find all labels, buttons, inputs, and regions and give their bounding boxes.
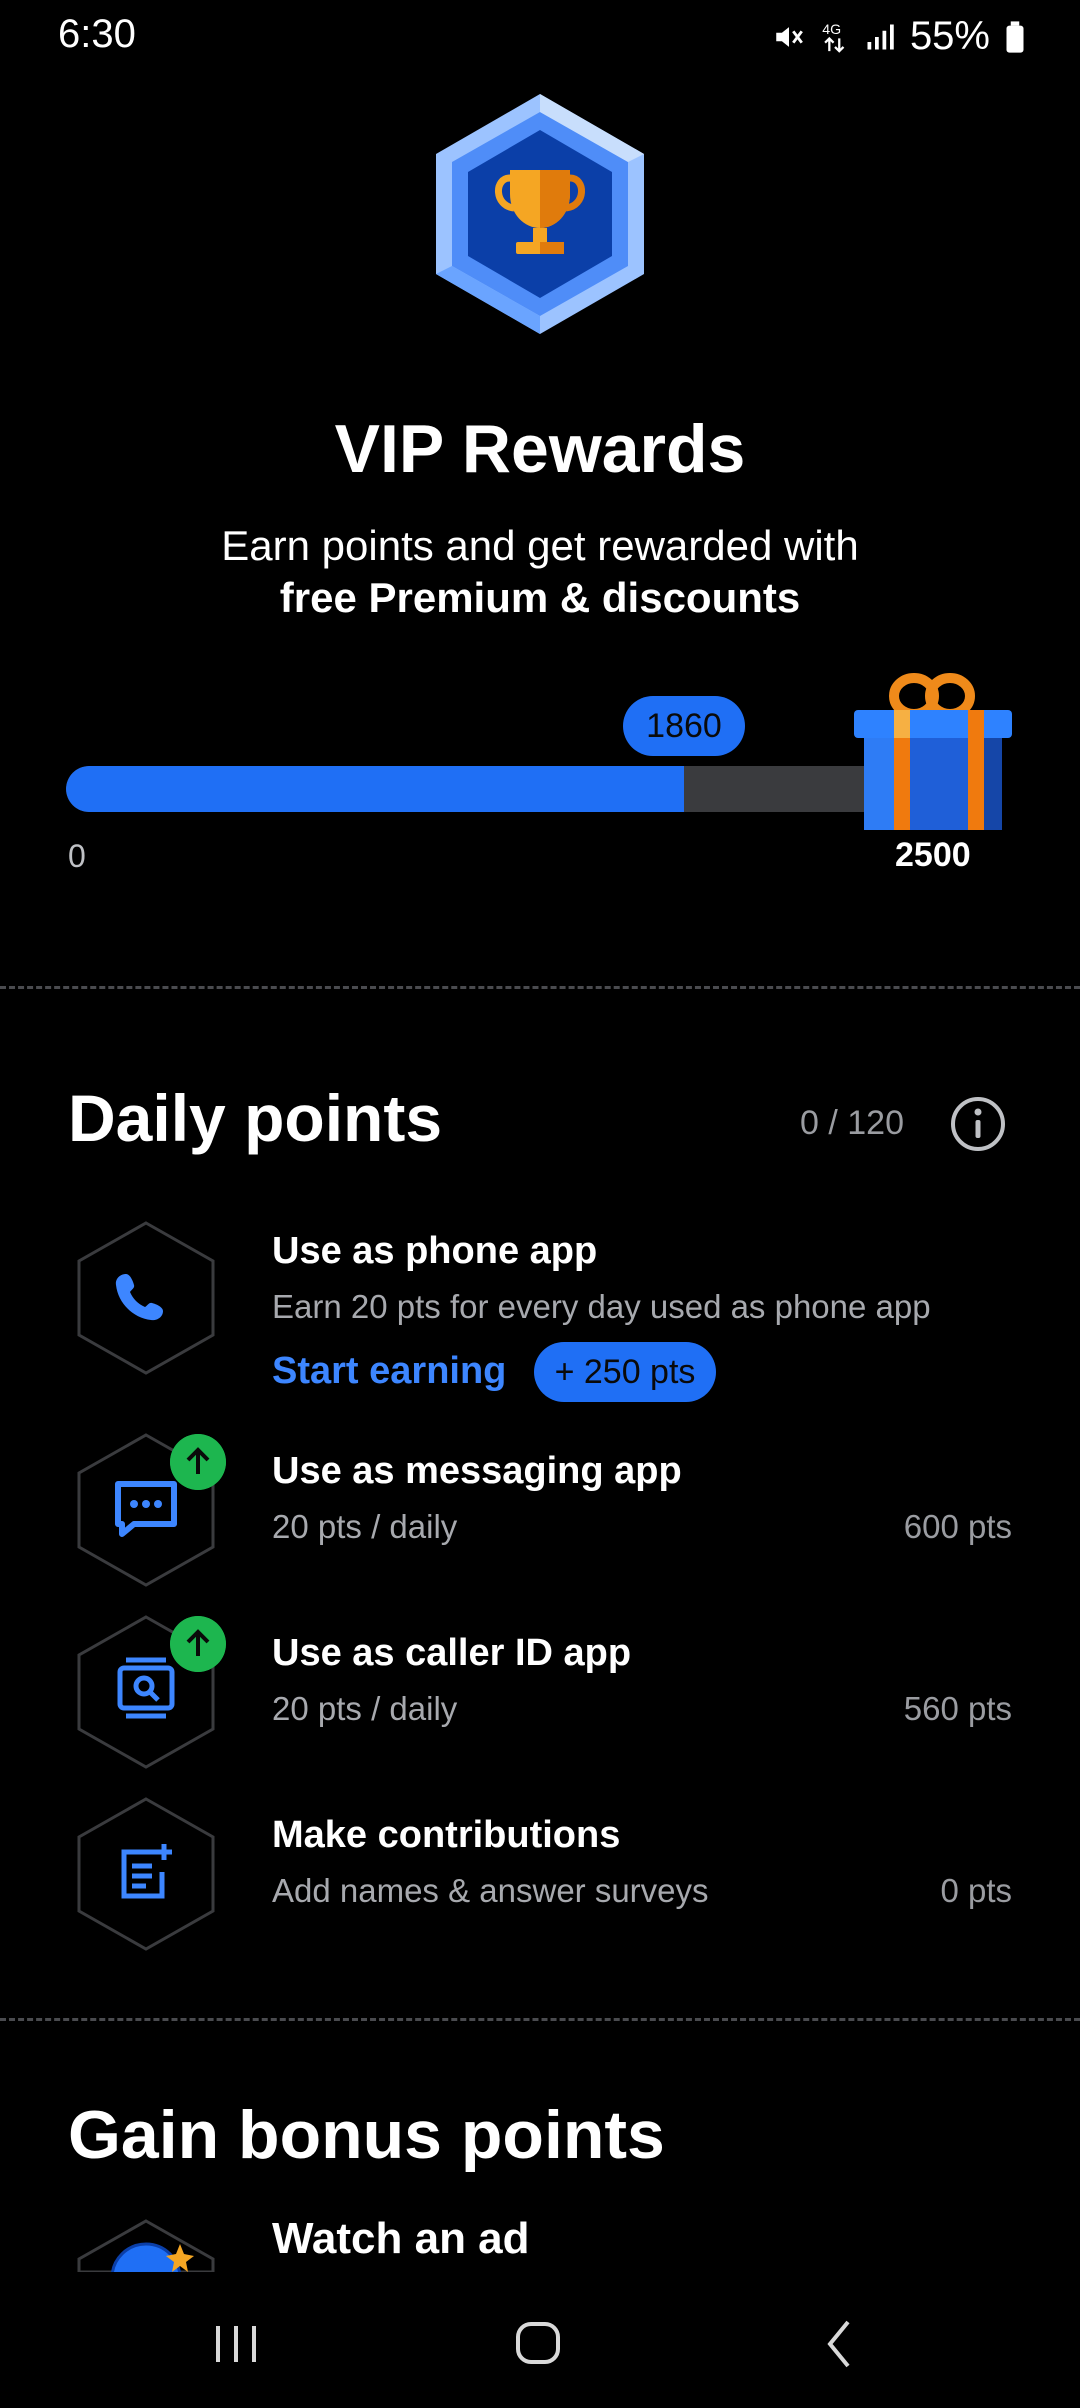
item-title: Use as phone app <box>272 1230 598 1272</box>
battery-percent: 55% <box>909 14 990 58</box>
item-points: 600 pts <box>903 1508 1012 1545</box>
item-subtitle: 20 pts / daily <box>272 1508 458 1545</box>
home-button[interactable] <box>498 2310 578 2374</box>
progress-min-label: 0 <box>68 838 86 874</box>
daily-points-title: Daily points <box>68 1081 443 1155</box>
item-subtitle: Earn 20 pts for every day used as phone … <box>272 1288 931 1325</box>
caller-id-icon <box>117 1657 175 1719</box>
watch-ad-icon[interactable] <box>76 2218 216 2272</box>
note-add-icon <box>121 1844 172 1899</box>
points-progress-fill <box>66 766 684 812</box>
progress-max-label: 2500 <box>895 836 971 874</box>
current-points-badge: 1860 <box>623 696 745 756</box>
signal-icon <box>867 24 894 49</box>
contributions-hexagon <box>77 1797 215 1951</box>
status-time: 6:30 <box>58 12 136 56</box>
bonus-points-title: Gain bonus points <box>68 2097 665 2173</box>
bonus-points-badge: + 250 pts <box>534 1342 716 1402</box>
points-progress-bar <box>66 766 896 812</box>
trophy-hexagon-icon <box>436 94 644 334</box>
item-title: Use as messaging app <box>272 1450 682 1492</box>
item-title: Use as caller ID app <box>272 1632 632 1674</box>
gift-icon <box>854 673 1012 830</box>
daily-item-messaging[interactable]: Use as messaging app 20 pts / daily 600 … <box>0 1432 1080 1592</box>
network-4g-icon: 4G <box>822 22 845 53</box>
info-icon[interactable] <box>950 1096 1006 1152</box>
message-icon <box>115 1481 177 1537</box>
svg-text:4G: 4G <box>822 22 841 38</box>
item-subtitle: Add names & answer surveys <box>272 1872 709 1909</box>
item-points: 560 pts <box>903 1690 1012 1727</box>
mute-icon <box>776 26 803 47</box>
phone-icon <box>115 1274 163 1321</box>
divider <box>0 2018 1080 2021</box>
daily-points-count: 0 / 120 <box>800 1104 904 1142</box>
item-subtitle: 20 pts / daily <box>272 1690 458 1727</box>
daily-item-contributions[interactable]: Make contributions Add names & answer su… <box>0 1796 1080 1956</box>
back-button[interactable] <box>800 2310 880 2374</box>
daily-item-caller-id[interactable]: Use as caller ID app 20 pts / daily 560 … <box>0 1614 1080 1774</box>
phone-hexagon <box>77 1221 215 1375</box>
watch-ad-title[interactable]: Watch an ad <box>272 2214 530 2264</box>
start-earning-link[interactable]: Start earning <box>272 1350 506 1393</box>
battery-icon <box>1006 20 1024 53</box>
recent-apps-button[interactable] <box>196 2310 276 2374</box>
status-icons: 4G 55% <box>772 14 1026 59</box>
page-title: VIP Rewards <box>334 411 746 487</box>
page-subtitle: Earn points and get rewarded with <box>221 522 859 569</box>
page-subtitle-emphasis: free Premium & discounts <box>279 574 801 621</box>
divider <box>0 986 1080 989</box>
item-title: Make contributions <box>272 1814 621 1856</box>
arrow-up-icon <box>170 1616 226 1672</box>
arrow-up-icon <box>170 1434 226 1490</box>
item-points: 0 pts <box>940 1872 1012 1909</box>
